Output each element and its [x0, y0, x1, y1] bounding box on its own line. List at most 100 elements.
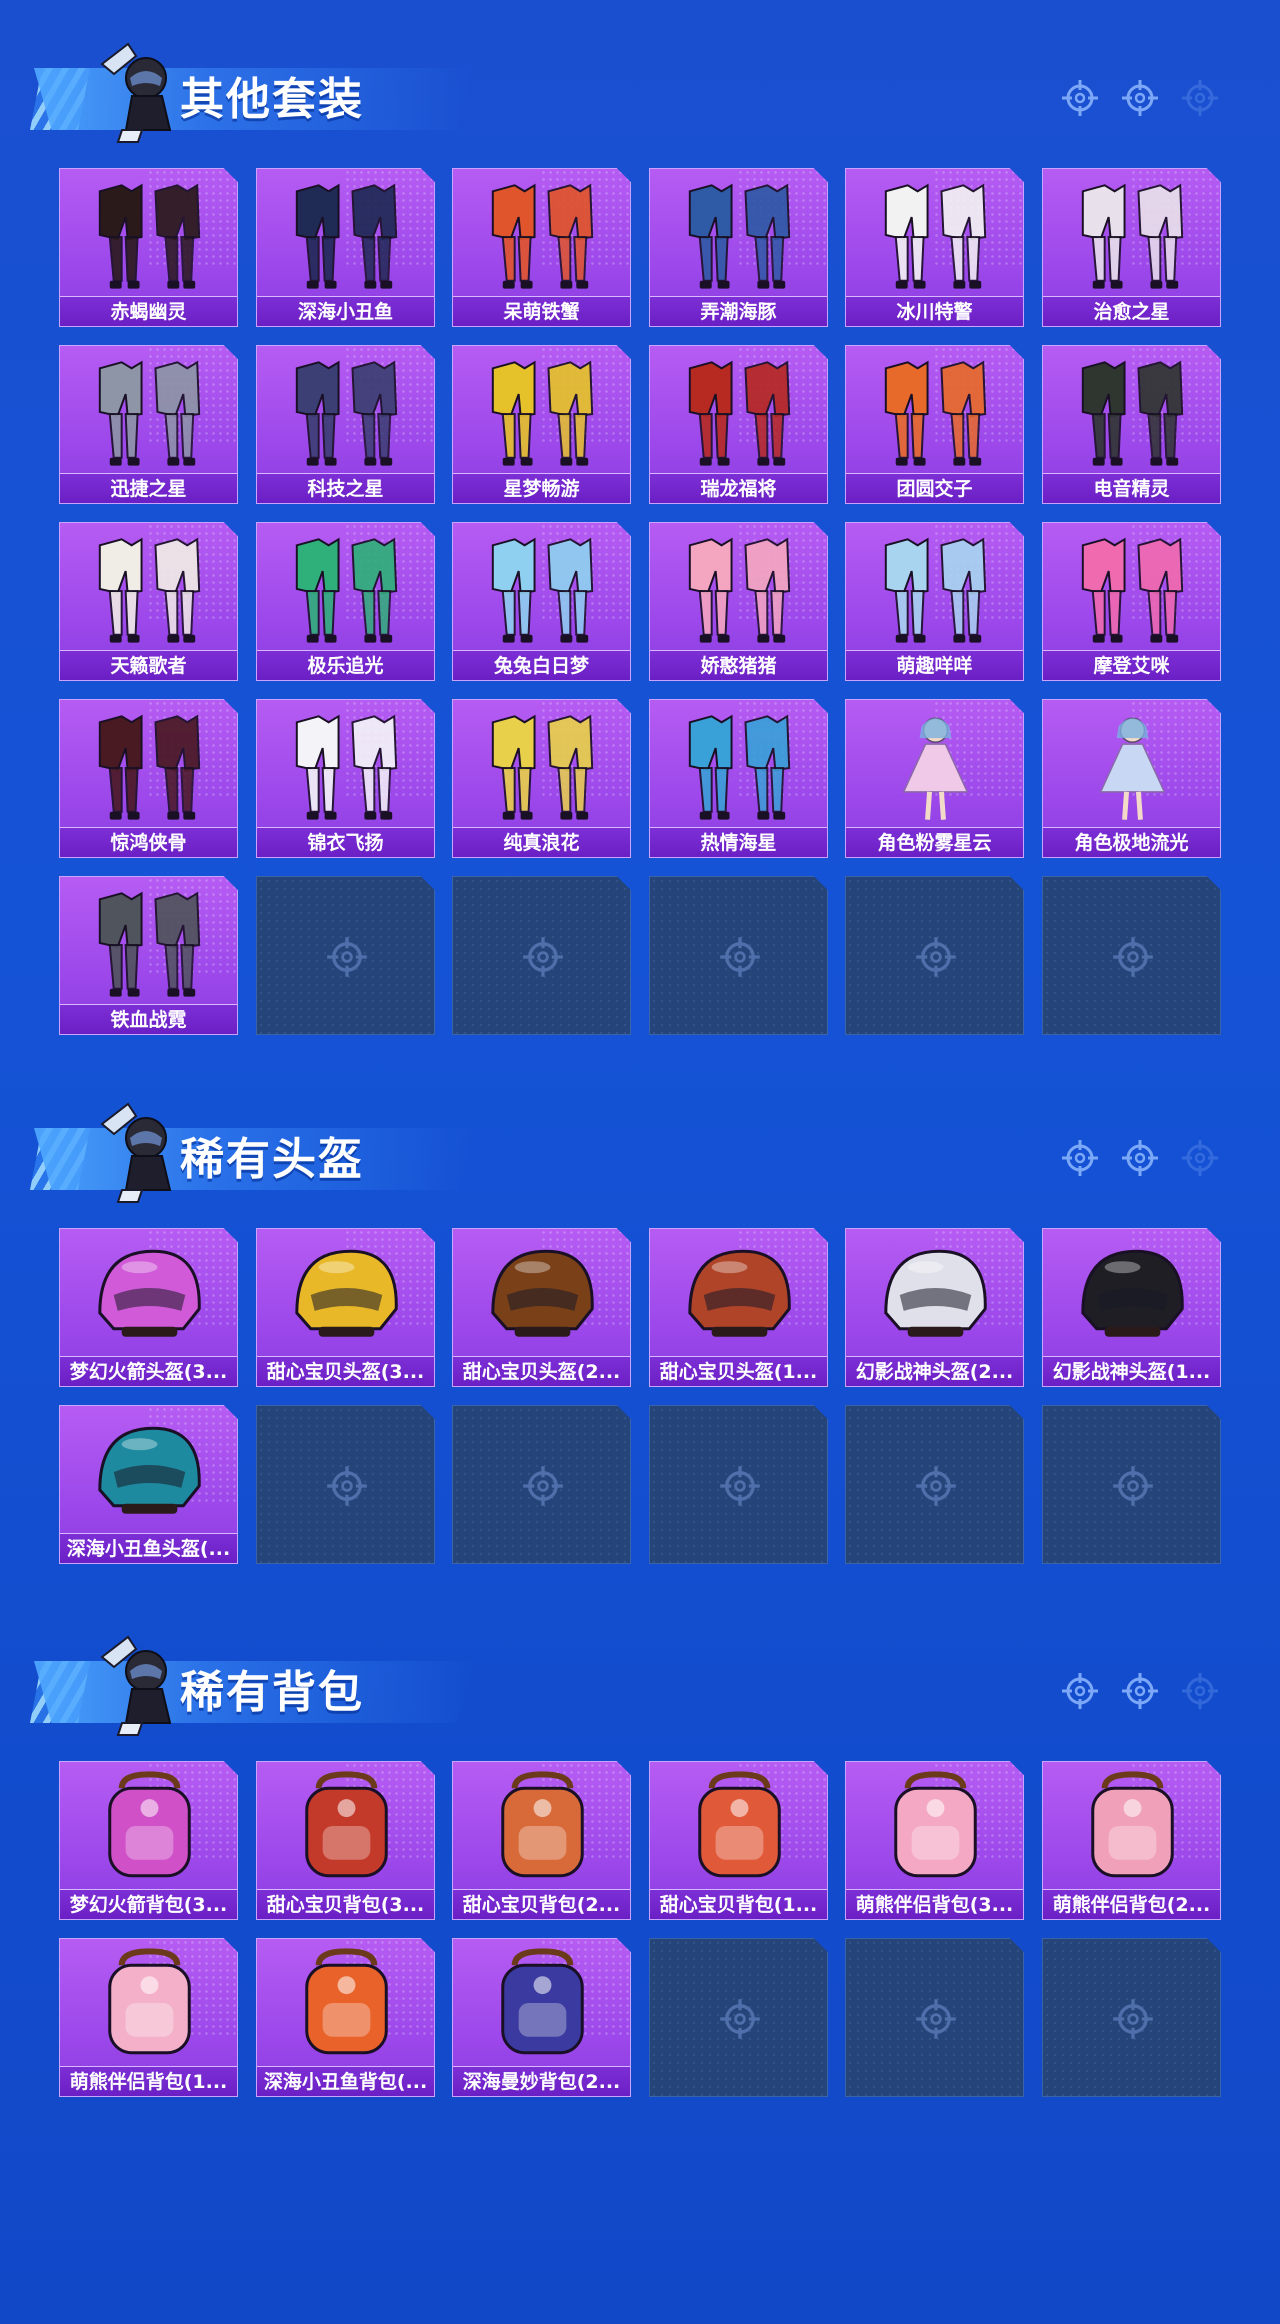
item-card[interactable]: 甜心宝贝头盔(2...	[452, 1228, 631, 1387]
item-card[interactable]: 梦幻火箭头盔(3...	[59, 1228, 238, 1387]
item-card[interactable]: 天籁歌者	[59, 522, 238, 681]
item-card[interactable]: 惊鸿侠骨	[59, 699, 238, 858]
crosshair-icon	[521, 1464, 565, 1508]
section-title: 稀有背包	[180, 1667, 364, 1718]
outfit-icon	[463, 177, 622, 295]
item-name: 甜心宝贝背包(3...	[257, 1889, 434, 1919]
outfit-icon	[856, 531, 1015, 649]
section-header: 稀有头盔	[30, 1094, 1230, 1204]
item-card[interactable]: 幻影战神头盔(1...	[1042, 1228, 1221, 1387]
item-card[interactable]: 治愈之星	[1042, 168, 1221, 327]
outfit-icon	[463, 531, 622, 649]
item-name: 甜心宝贝头盔(1...	[650, 1356, 827, 1386]
item-card[interactable]: 热情海星	[649, 699, 828, 858]
outfit-icon	[70, 177, 229, 295]
item-card[interactable]: 迅捷之星	[59, 345, 238, 504]
item-card[interactable]: 角色极地流光	[1042, 699, 1221, 858]
backpack-icon	[463, 1947, 622, 2065]
crosshair-icon	[718, 1997, 762, 2041]
item-card[interactable]: 电音精灵	[1042, 345, 1221, 504]
outfit-icon	[267, 531, 426, 649]
outfit-icon	[660, 177, 819, 295]
helmet-icon	[70, 1237, 229, 1355]
crosshair-icon	[1180, 78, 1220, 118]
item-name: 热情海星	[650, 827, 827, 857]
item-card[interactable]: 弄潮海豚	[649, 168, 828, 327]
item-card[interactable]: 冰川特警	[845, 168, 1024, 327]
crosshair-icon	[325, 1464, 369, 1508]
item-card[interactable]: 深海曼妙背包(2...	[452, 1938, 631, 2097]
item-card[interactable]: 铁血战霓	[59, 876, 238, 1035]
item-card[interactable]: 萌熊伴侣背包(3...	[845, 1761, 1024, 1920]
backpack-icon	[70, 1947, 229, 2065]
section-header: 其他套装	[30, 34, 1230, 144]
outfit-icon	[463, 354, 622, 472]
item-card[interactable]: 团圆交子	[845, 345, 1024, 504]
item-card[interactable]: 甜心宝贝头盔(3...	[256, 1228, 435, 1387]
item-name: 深海小丑鱼头盔(...	[60, 1533, 237, 1563]
item-name: 锦衣飞扬	[257, 827, 434, 857]
helmet-icon	[856, 1237, 1015, 1355]
outfit-icon	[856, 177, 1015, 295]
item-card[interactable]: 角色粉雾星云	[845, 699, 1024, 858]
crosshair-icon	[1120, 1138, 1160, 1178]
section-header: 稀有背包	[30, 1627, 1230, 1737]
item-card[interactable]: 锦衣飞扬	[256, 699, 435, 858]
empty-slot	[845, 876, 1024, 1035]
item-card[interactable]: 萌趣咩咩	[845, 522, 1024, 681]
backpack-icon	[267, 1947, 426, 2065]
item-card[interactable]: 科技之星	[256, 345, 435, 504]
item-name: 幻影战神头盔(1...	[1043, 1356, 1220, 1386]
crosshair-icon	[718, 1464, 762, 1508]
crosshair-icon	[325, 935, 369, 979]
item-name: 甜心宝贝背包(2...	[453, 1889, 630, 1919]
item-card[interactable]: 星梦畅游	[452, 345, 631, 504]
outfit-icon	[1053, 177, 1212, 295]
item-card[interactable]: 甜心宝贝背包(2...	[452, 1761, 631, 1920]
item-card[interactable]: 幻影战神头盔(2...	[845, 1228, 1024, 1387]
backpack-icon	[70, 1770, 229, 1888]
empty-slot	[1042, 1405, 1221, 1564]
empty-slot	[649, 876, 828, 1035]
item-card[interactable]: 甜心宝贝头盔(1...	[649, 1228, 828, 1387]
item-card[interactable]: 甜心宝贝背包(3...	[256, 1761, 435, 1920]
item-card[interactable]: 甜心宝贝背包(1...	[649, 1761, 828, 1920]
item-card[interactable]: 深海小丑鱼头盔(...	[59, 1405, 238, 1564]
item-name: 纯真浪花	[453, 827, 630, 857]
helmet-icon	[70, 1414, 229, 1532]
item-name: 团圆交子	[846, 473, 1023, 503]
item-card[interactable]: 萌熊伴侣背包(2...	[1042, 1761, 1221, 1920]
empty-slot	[845, 1938, 1024, 2097]
item-card[interactable]: 呆萌铁蟹	[452, 168, 631, 327]
item-name: 深海小丑鱼背包(...	[257, 2066, 434, 2096]
item-name: 呆萌铁蟹	[453, 296, 630, 326]
item-card[interactable]: 深海小丑鱼背包(...	[256, 1938, 435, 2097]
empty-slot	[1042, 1938, 1221, 2097]
crosshair-icon	[1180, 1138, 1220, 1178]
item-card[interactable]: 赤蝎幽灵	[59, 168, 238, 327]
item-card[interactable]: 梦幻火箭背包(3...	[59, 1761, 238, 1920]
outfit-icon	[660, 708, 819, 826]
item-card[interactable]: 极乐追光	[256, 522, 435, 681]
item-name: 天籁歌者	[60, 650, 237, 680]
item-card[interactable]: 萌熊伴侣背包(1...	[59, 1938, 238, 2097]
collection-page: 其他套装赤蝎幽灵 深海小丑鱼 呆萌铁蟹 弄潮海豚 冰川特警 治愈之星迅捷之星 科技之星 星梦畅…	[0, 0, 1280, 2324]
item-name: 电音精灵	[1043, 473, 1220, 503]
item-card[interactable]: 瑞龙福将	[649, 345, 828, 504]
outfit-icon	[267, 354, 426, 472]
outfit-icon	[267, 708, 426, 826]
crosshair-icon	[914, 935, 958, 979]
item-card[interactable]: 纯真浪花	[452, 699, 631, 858]
item-name: 兔兔白日梦	[453, 650, 630, 680]
item-card[interactable]: 深海小丑鱼	[256, 168, 435, 327]
item-name: 冰川特警	[846, 296, 1023, 326]
parachuting-soldier-icon	[92, 34, 184, 144]
empty-slot	[1042, 876, 1221, 1035]
item-name: 赤蝎幽灵	[60, 296, 237, 326]
item-card[interactable]: 兔兔白日梦	[452, 522, 631, 681]
item-card[interactable]: 摩登艾咪	[1042, 522, 1221, 681]
parachuting-soldier-icon	[92, 1094, 184, 1204]
item-name: 迅捷之星	[60, 473, 237, 503]
item-name: 惊鸿侠骨	[60, 827, 237, 857]
item-card[interactable]: 娇憨猪猪	[649, 522, 828, 681]
